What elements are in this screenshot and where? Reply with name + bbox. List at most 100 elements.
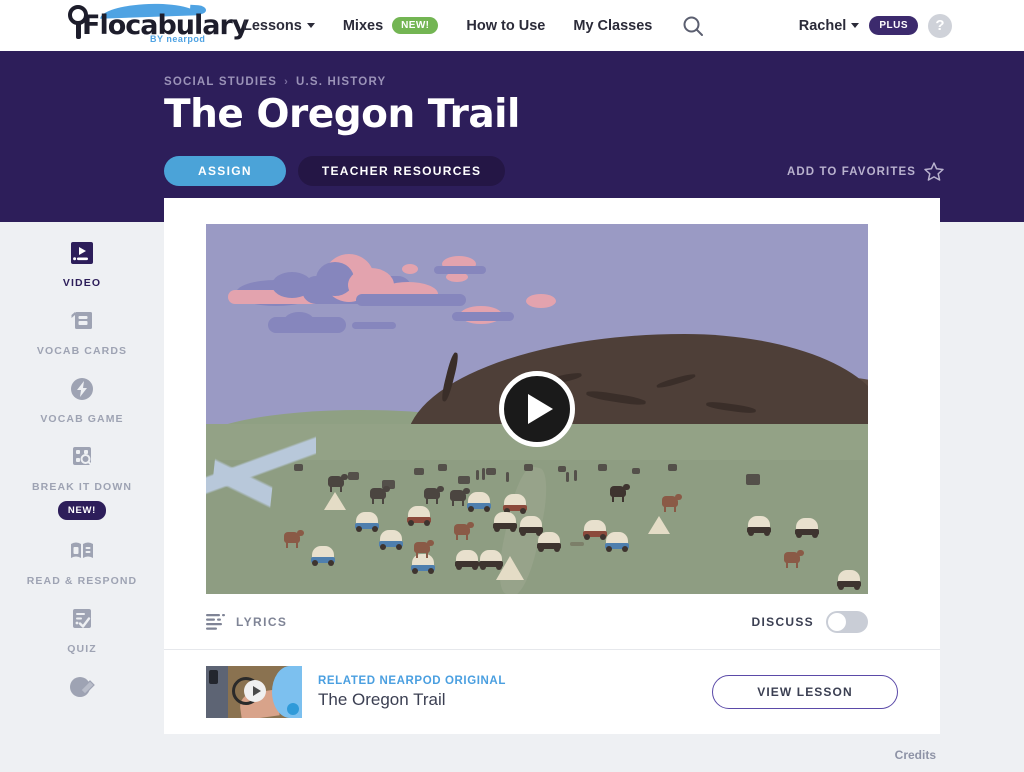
cloud bbox=[352, 322, 396, 329]
nav-item-my-classes[interactable]: My Classes bbox=[573, 18, 652, 34]
rock-crack bbox=[655, 372, 697, 390]
covered-wagon bbox=[406, 506, 432, 526]
distant-animal bbox=[524, 464, 533, 471]
covered-wagon bbox=[410, 554, 436, 574]
sidebar-item-label: VOCAB GAME bbox=[40, 413, 124, 425]
cards-icon bbox=[67, 306, 97, 336]
distant-animal bbox=[294, 464, 303, 471]
related-lesson-title: The Oregon Trail bbox=[318, 689, 446, 709]
distant-animal bbox=[438, 464, 447, 471]
ground-shadow bbox=[570, 542, 584, 546]
nav-item-lessons[interactable]: Lessons bbox=[243, 18, 315, 34]
sidebar-item-label: VIDEO bbox=[62, 277, 102, 289]
sidebar-item-activities[interactable] bbox=[17, 672, 147, 710]
hero-action-buttons: ASSIGN TEACHER RESOURCES bbox=[164, 156, 506, 186]
view-lesson-button[interactable]: VIEW LESSON bbox=[712, 675, 898, 709]
chevron-down-icon bbox=[851, 23, 860, 28]
related-lesson-text: RELATED NEARPOD ORIGINAL The Oregon Trai… bbox=[318, 675, 696, 710]
star-outline-icon bbox=[924, 162, 944, 181]
flocabulary-logo[interactable]: Flocabulary BY nearpod bbox=[62, 2, 249, 47]
distant-person bbox=[476, 470, 479, 480]
ox bbox=[370, 486, 390, 504]
river-lower bbox=[206, 426, 279, 552]
horse bbox=[454, 522, 474, 540]
horse bbox=[662, 494, 682, 512]
play-icon bbox=[528, 394, 553, 424]
activity-sidebar: VIDEO VOCAB CARDS VOCAB GAME BREAK IT DO… bbox=[0, 222, 164, 772]
lesson-content-card: LYRICS DISCUSS RELATED NEARPOD ORIGINAL … bbox=[164, 198, 940, 734]
covered-wagon bbox=[492, 512, 518, 532]
video-controls-bar: LYRICS DISCUSS bbox=[206, 594, 868, 649]
add-to-favorites-label: ADD TO FAVORITES bbox=[787, 165, 916, 178]
cloud bbox=[356, 294, 466, 306]
horse bbox=[610, 484, 630, 502]
account-area: Rachel PLUS ? bbox=[799, 0, 952, 51]
distant-person bbox=[506, 472, 509, 482]
covered-wagon bbox=[466, 492, 492, 512]
covered-wagon bbox=[310, 546, 336, 566]
plus-badge: PLUS bbox=[869, 16, 918, 35]
covered-wagon bbox=[454, 550, 480, 570]
sidebar-item-read-and-respond[interactable]: READ & RESPOND bbox=[17, 536, 147, 588]
pencil-circle-icon bbox=[67, 672, 97, 702]
distant-animal bbox=[632, 468, 640, 474]
distant-person bbox=[482, 468, 485, 480]
add-to-favorites-button[interactable]: ADD TO FAVORITES bbox=[787, 162, 944, 181]
primary-nav: Lessons Mixes NEW! How to Use My Classes bbox=[243, 0, 732, 51]
nav-item-label: Lessons bbox=[243, 17, 302, 34]
nav-item-how-to-use[interactable]: How to Use bbox=[466, 18, 545, 34]
distant-animal bbox=[486, 468, 496, 475]
page-root: Flocabulary BY nearpod Lessons Mixes NEW… bbox=[0, 0, 1024, 772]
nav-item-label: How to Use bbox=[466, 17, 546, 34]
tent bbox=[648, 516, 670, 534]
new-badge: NEW! bbox=[392, 17, 439, 34]
nav-item-label: My Classes bbox=[573, 17, 653, 34]
cloud bbox=[402, 264, 418, 274]
sidebar-item-vocab-game[interactable]: VOCAB GAME bbox=[17, 374, 147, 426]
video-section bbox=[164, 198, 940, 594]
nav-item-mixes[interactable]: Mixes NEW! bbox=[343, 17, 439, 34]
related-lesson-thumbnail[interactable] bbox=[206, 666, 302, 718]
teacher-resources-button[interactable]: TEACHER RESOURCES bbox=[297, 156, 506, 186]
cloud bbox=[284, 312, 314, 330]
checklist-icon bbox=[67, 604, 97, 634]
covered-wagon bbox=[536, 532, 562, 552]
logo-byline: BY nearpod bbox=[150, 34, 206, 44]
covered-wagon bbox=[794, 518, 820, 538]
breadcrumb-item-topic[interactable]: U.S. HISTORY bbox=[296, 76, 386, 88]
user-menu[interactable]: Rachel bbox=[799, 18, 860, 34]
discuss-toggle[interactable] bbox=[826, 610, 868, 633]
sidebar-item-break-it-down[interactable]: BREAK IT DOWN NEW! bbox=[17, 442, 147, 520]
credits-link[interactable]: Credits bbox=[895, 748, 936, 762]
play-button[interactable] bbox=[499, 371, 575, 447]
sidebar-item-video[interactable]: VIDEO bbox=[17, 238, 147, 290]
covered-wagon bbox=[836, 570, 862, 590]
sidebar-item-quiz[interactable]: QUIZ bbox=[17, 604, 147, 656]
user-name-label: Rachel bbox=[798, 17, 847, 34]
lyrics-button[interactable]: LYRICS bbox=[206, 613, 287, 631]
sidebar-item-vocab-cards[interactable]: VOCAB CARDS bbox=[17, 306, 147, 358]
search-icon[interactable] bbox=[682, 15, 704, 37]
discuss-label: DISCUSS bbox=[751, 614, 814, 629]
distant-animal bbox=[348, 472, 359, 480]
covered-wagon bbox=[354, 512, 380, 532]
ox bbox=[450, 488, 470, 506]
lyrics-label: LYRICS bbox=[236, 614, 288, 629]
video-player-thumbnail[interactable] bbox=[206, 224, 868, 594]
plains-ground bbox=[206, 424, 868, 594]
distant-animal bbox=[414, 468, 424, 475]
hero-banner: SOCIAL STUDIES › U.S. HISTORY The Oregon… bbox=[0, 51, 1024, 222]
open-book-icon bbox=[67, 536, 97, 566]
distant-animal bbox=[458, 476, 470, 484]
ox bbox=[424, 486, 444, 504]
covered-wagon bbox=[502, 494, 528, 514]
cloud bbox=[434, 266, 486, 274]
distant-animal bbox=[746, 474, 760, 485]
breadcrumb-item-subject[interactable]: SOCIAL STUDIES bbox=[164, 76, 277, 88]
sidebar-item-label: READ & RESPOND bbox=[26, 575, 138, 587]
assign-button[interactable]: ASSIGN bbox=[164, 156, 286, 186]
help-icon[interactable]: ? bbox=[928, 13, 952, 38]
distant-person bbox=[566, 472, 569, 482]
toggle-knob bbox=[828, 612, 846, 631]
nearpod-logo-icon bbox=[287, 703, 299, 715]
